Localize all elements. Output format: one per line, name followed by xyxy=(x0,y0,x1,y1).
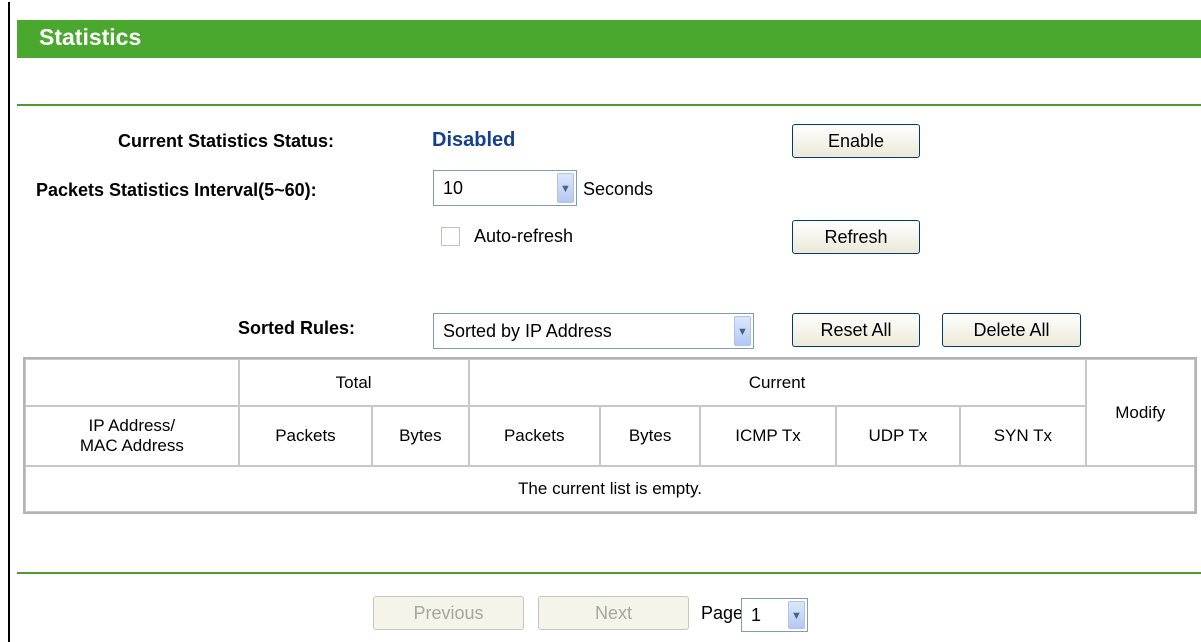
status-label: Current Statistics Status: xyxy=(118,131,335,151)
page-header: Statistics xyxy=(17,20,1201,58)
sorted-rules-select[interactable]: Sorted by IP Address ▼ xyxy=(433,313,754,349)
table-header-total-packets: Packets xyxy=(238,406,373,466)
interval-label: Packets Statistics Interval(5~60): xyxy=(36,180,317,200)
page-title: Statistics xyxy=(39,24,142,50)
interval-unit: Seconds xyxy=(583,179,654,199)
table-header-syn-tx: SYN Tx xyxy=(960,406,1086,466)
table-empty-message: The current list is empty. xyxy=(25,466,1195,512)
interval-select-value: 10 xyxy=(443,178,464,198)
table-header-current-packets: Packets xyxy=(468,406,600,466)
reset-all-button[interactable]: Reset All xyxy=(792,313,920,347)
table-header-address-line2: MAC Address xyxy=(79,436,184,455)
top-divider xyxy=(17,104,1201,106)
table-header-modify: Modify xyxy=(1085,359,1195,466)
statistics-table: Total Current Modify IP Address/ MAC Add… xyxy=(23,357,1197,514)
chevron-down-icon[interactable]: ▼ xyxy=(734,316,751,346)
enable-button[interactable]: Enable xyxy=(792,124,920,158)
page-label: Page xyxy=(701,603,744,623)
auto-refresh-label: Auto-refresh xyxy=(474,226,574,246)
table-header-total-bytes: Bytes xyxy=(372,406,469,466)
table-group-current: Current xyxy=(468,359,1086,406)
delete-all-button[interactable]: Delete All xyxy=(942,313,1081,347)
table-header-current-bytes: Bytes xyxy=(599,406,701,466)
page-select-value: 1 xyxy=(751,605,762,625)
page-select[interactable]: 1 ▼ xyxy=(741,598,808,632)
status-value: Disabled xyxy=(432,129,516,151)
table-header-icmp-tx: ICMP Tx xyxy=(700,406,836,466)
chevron-down-icon[interactable]: ▼ xyxy=(788,601,805,629)
auto-refresh-checkbox[interactable] xyxy=(441,227,460,246)
sorted-rules-label: Sorted Rules: xyxy=(238,318,356,338)
chevron-down-icon[interactable]: ▼ xyxy=(557,173,574,203)
table-header-udp-tx: UDP Tx xyxy=(835,406,961,466)
table-group-total: Total xyxy=(238,359,469,406)
table-header-blank xyxy=(25,359,239,406)
next-button[interactable]: Next xyxy=(538,596,689,630)
sorted-rules-select-value: Sorted by IP Address xyxy=(443,321,612,341)
table-header-address: IP Address/ MAC Address xyxy=(25,406,239,466)
interval-select[interactable]: 10 ▼ xyxy=(433,170,577,206)
table-header-address-line1: IP Address/ xyxy=(88,416,176,435)
previous-button[interactable]: Previous xyxy=(373,596,524,630)
bottom-divider xyxy=(17,572,1201,574)
refresh-button[interactable]: Refresh xyxy=(792,220,920,254)
